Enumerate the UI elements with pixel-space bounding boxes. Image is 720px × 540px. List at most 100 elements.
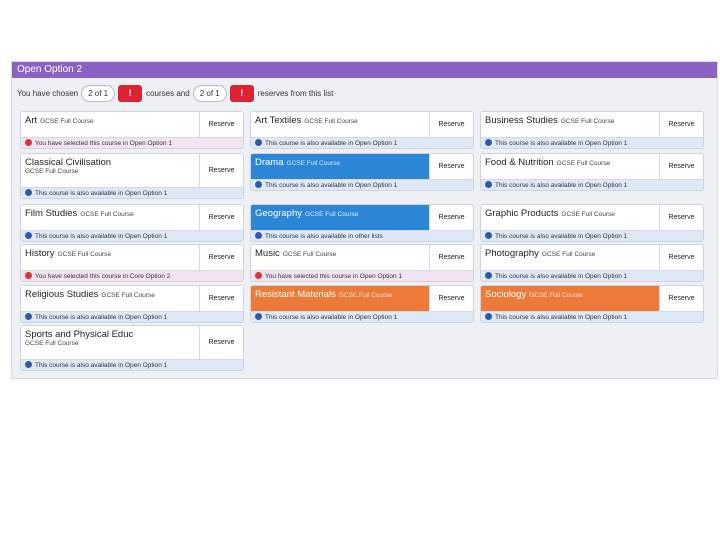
info-icon [255, 181, 262, 188]
course-type: GCSE Full Course [529, 292, 583, 299]
course-name: Resistant Materials [255, 289, 336, 300]
course-header[interactable]: Photography GCSE Full Course Reserve [481, 245, 703, 271]
notice-text: This course is also available in Open Op… [265, 314, 398, 321]
reserve-button[interactable]: Reserve [659, 205, 703, 230]
info-icon [485, 181, 492, 188]
panel-title: Open Option 2 [12, 62, 717, 78]
course-name: Art Textiles [255, 115, 302, 126]
course-header[interactable]: Religious Studies GCSE Full Course Reserve [21, 286, 243, 312]
summary-suffix: reserves from this list [257, 88, 334, 98]
summary-prefix: You have chosen [17, 88, 79, 98]
reserve-button[interactable]: Reserve [659, 286, 703, 311]
course-card[interactable]: Music GCSE Full Course Reserve You have sel… [250, 244, 474, 282]
course-name: Film Studies [25, 208, 78, 219]
course-header[interactable]: Classical Civilisation GCSE Full Course Re… [21, 154, 243, 188]
course-name: Sports and Physical Educ [25, 329, 134, 340]
notice-text: This course is also available in Open Op… [35, 314, 168, 321]
courses-count: 2 of 1 [81, 84, 116, 102]
course-card[interactable]: Religious Studies GCSE Full Course Reserve… [20, 285, 244, 323]
course-card[interactable]: Art Textiles GCSE Full Course Reserve This … [250, 111, 474, 149]
reserve-button[interactable]: Reserve [199, 245, 243, 270]
availability-notice: This course is also available in Open Op… [21, 231, 243, 241]
reserve-button[interactable]: Reserve [429, 112, 473, 137]
course-type: GCSE Full Course [80, 211, 134, 218]
course-header[interactable]: Graphic Products GCSE Full Course Reserve [481, 205, 703, 231]
course-header[interactable]: Sports and Physical Educ GCSE Full Course… [21, 326, 243, 360]
info-icon [485, 232, 492, 239]
course-card[interactable]: Business Studies GCSE Full Course Reserve T… [480, 111, 704, 149]
course-type: GCSE Full Course [541, 251, 596, 258]
selection-summary: You have chosen 2 of 1 ! courses and 2 o… [12, 82, 717, 104]
reserve-button[interactable]: Reserve [659, 245, 703, 270]
course-header[interactable]: Sociology GCSE Full Course Reserve [481, 286, 703, 312]
reserve-button[interactable]: Reserve [659, 154, 703, 179]
course-name: Art [25, 115, 38, 126]
reserves-alert-icon: ! [229, 84, 254, 102]
courses-alert-icon: ! [118, 84, 143, 102]
course-card[interactable]: Sociology GCSE Full Course Reserve This cou… [480, 285, 704, 323]
course-card[interactable]: Food & Nutrition GCSE Full Course Reserve T… [480, 153, 704, 191]
course-type: GCSE Full Course [338, 292, 393, 299]
course-name: Food & Nutrition [485, 157, 554, 168]
course-type: GCSE Full Course [560, 118, 615, 125]
course-header[interactable]: Art Textiles GCSE Full Course Reserve [251, 112, 473, 138]
course-card[interactable]: Film Studies GCSE Full Course Reserve This … [20, 204, 244, 242]
info-icon [25, 313, 32, 320]
info-icon [25, 361, 32, 368]
course-header[interactable]: Film Studies GCSE Full Course Reserve [21, 205, 243, 231]
course-card[interactable]: Resistant Materials GCSE Full Course Reser… [250, 285, 474, 323]
notice-text: You have selected this course in Open Op… [35, 140, 173, 147]
reserve-button[interactable]: Reserve [199, 154, 243, 187]
course-type: GCSE Full Course [286, 160, 340, 167]
availability-notice: This course is also available in Open Op… [21, 188, 243, 198]
notice-text: You have selected this course in Core Op… [35, 273, 171, 280]
info-icon [485, 272, 492, 279]
info-icon [25, 189, 32, 196]
reserve-button[interactable]: Reserve [199, 326, 243, 359]
availability-notice: This course is also available in Open Op… [481, 180, 703, 190]
course-header[interactable]: Resistant Materials GCSE Full Course Reser… [251, 286, 473, 312]
reserve-button[interactable]: Reserve [429, 154, 473, 179]
course-header[interactable]: Music GCSE Full Course Reserve [251, 245, 473, 271]
course-card[interactable]: Classical Civilisation GCSE Full Course Re… [20, 153, 244, 199]
course-name: Classical Civilisation [25, 157, 112, 168]
course-name: Religious Studies [25, 289, 99, 300]
open-option-panel: Open Option 2 You have chosen 2 of 1 ! c… [11, 61, 718, 379]
course-card[interactable]: Art GCSE Full Course Reserve You have selec… [20, 111, 244, 149]
course-card[interactable]: Photography GCSE Full Course Reserve This c… [480, 244, 704, 282]
course-card[interactable]: Drama GCSE Full Course Reserve This course … [250, 153, 474, 191]
reserve-button[interactable]: Reserve [199, 112, 243, 137]
course-type: GCSE Full Course [305, 211, 359, 218]
selected-notice: You have selected this course in Core Op… [21, 271, 243, 281]
availability-notice: This course is also available in Open Op… [251, 312, 473, 322]
availability-notice: This course is also available in other l… [251, 231, 473, 241]
course-type: GCSE Full Course [561, 211, 615, 218]
course-card[interactable]: History GCSE Full Course Reserve You have s… [20, 244, 244, 282]
info-icon [255, 232, 262, 239]
availability-notice: This course is also available in Open Op… [481, 271, 703, 281]
course-header[interactable]: Food & Nutrition GCSE Full Course Reserve [481, 154, 703, 180]
course-name: Graphic Products [485, 208, 559, 219]
reserve-button[interactable]: Reserve [429, 286, 473, 311]
warning-icon [255, 272, 262, 279]
reserve-button[interactable]: Reserve [429, 205, 473, 230]
course-card[interactable]: Graphic Products GCSE Full Course Reserve T… [480, 204, 704, 242]
course-header[interactable]: Drama GCSE Full Course Reserve [251, 154, 473, 180]
availability-notice: This course is also available in Open Op… [481, 312, 703, 322]
info-icon [485, 139, 492, 146]
course-header[interactable]: Art GCSE Full Course Reserve [21, 112, 243, 138]
warning-icon [25, 139, 32, 146]
reserve-button[interactable]: Reserve [199, 286, 243, 311]
summary-middle: courses and [146, 88, 190, 98]
notice-text: You have selected this course in Open Op… [265, 273, 403, 280]
availability-notice: This course is also available in Open Op… [251, 180, 473, 190]
course-card[interactable]: Sports and Physical Educ GCSE Full Course… [20, 325, 244, 371]
reserve-button[interactable]: Reserve [199, 205, 243, 230]
course-header[interactable]: Geography GCSE Full Course Reserve [251, 205, 473, 231]
course-card[interactable]: Geography GCSE Full Course Reserve This cou… [250, 204, 474, 242]
course-header[interactable]: History GCSE Full Course Reserve [21, 245, 243, 271]
course-header[interactable]: Business Studies GCSE Full Course Reserve [481, 112, 703, 138]
reserve-button[interactable]: Reserve [659, 112, 703, 137]
reserve-button[interactable]: Reserve [429, 245, 473, 270]
course-name: Photography [485, 248, 539, 259]
